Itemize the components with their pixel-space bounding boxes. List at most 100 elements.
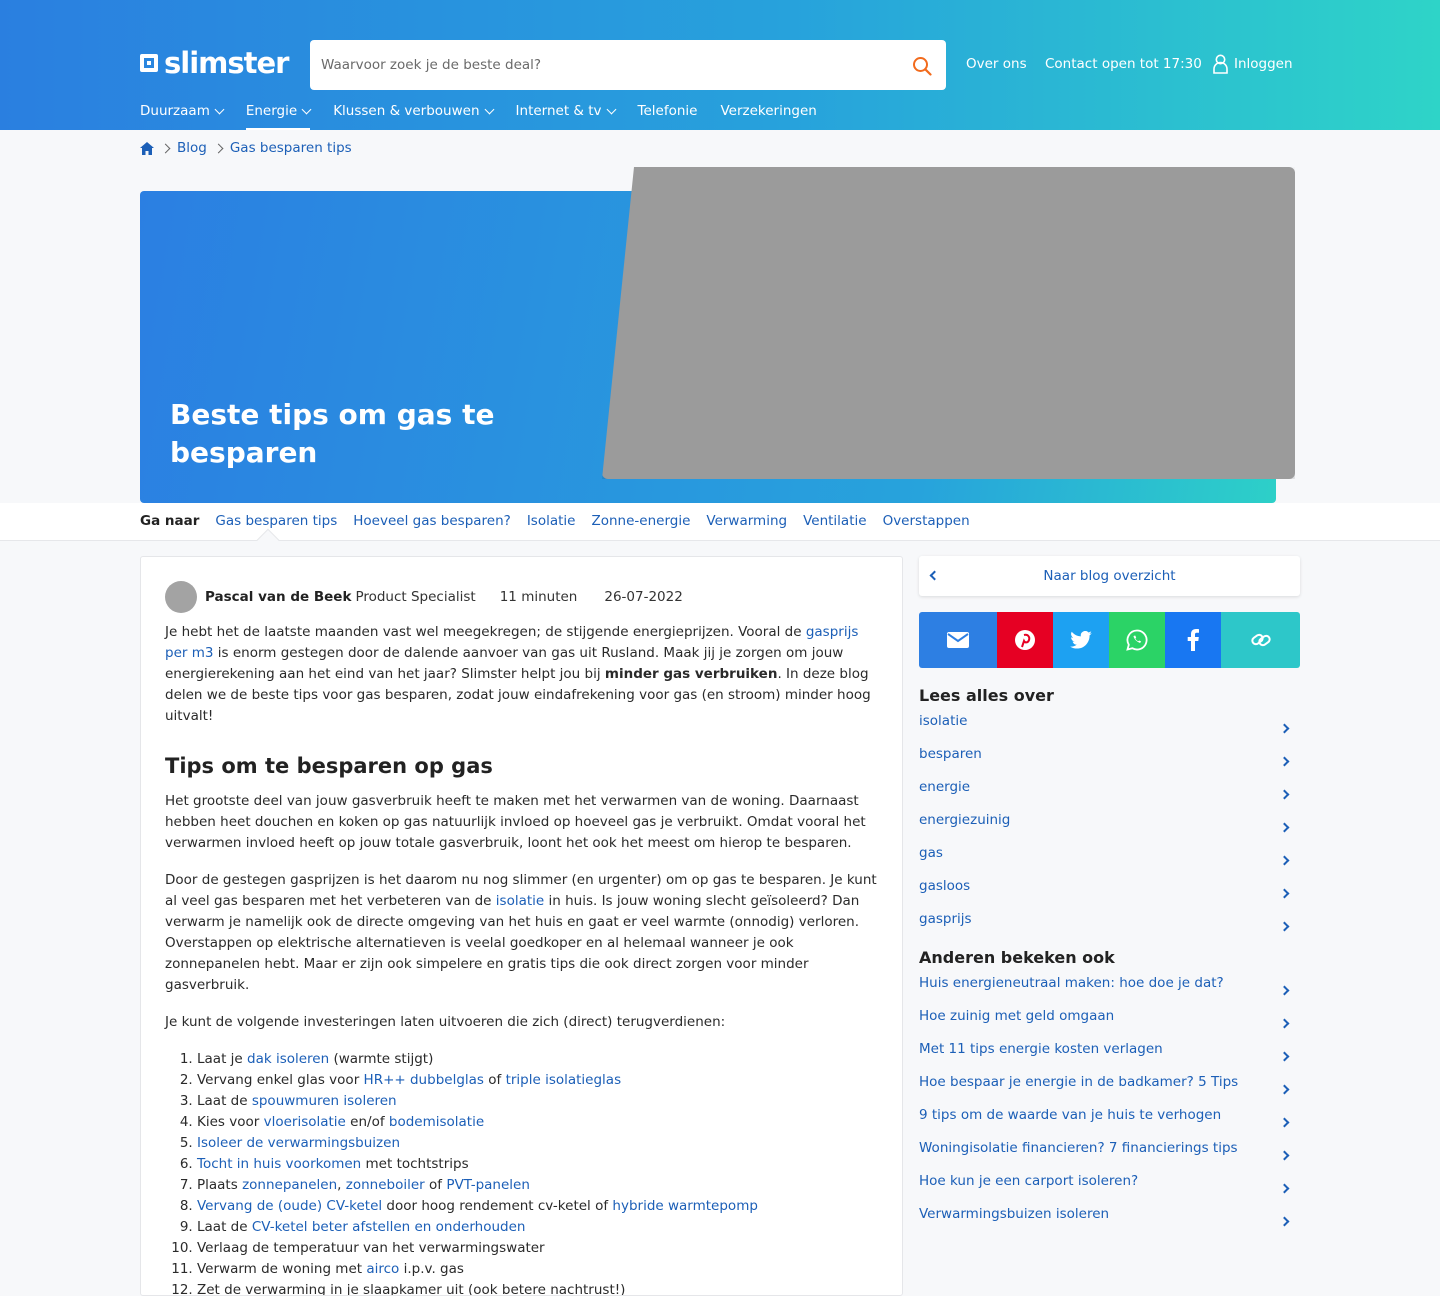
tip-link[interactable]: vloerisolatie [264,1114,346,1130]
list-item: Kies voor vloerisolatie en/of bodemisola… [197,1112,880,1133]
nav-label: Verzekeringen [720,103,817,119]
goto-link-isolatie[interactable]: Isolatie [527,513,576,529]
related-link[interactable]: Hoe zuinig met geld omgaan [919,1006,1300,1039]
chevron-right-icon [1279,855,1290,866]
share-twitter-button[interactable] [1053,612,1109,668]
nav-item-klussen[interactable]: Klussen & verbouwen [333,100,494,122]
tip-link[interactable]: PVT-panelen [446,1177,530,1193]
slimster-logo[interactable]: slimster [140,46,289,80]
tag-link[interactable]: energie [919,777,1300,810]
share-pinterest-button[interactable] [997,612,1053,668]
sidebar: Naar blog overzicht Lees alles over isol… [919,556,1300,1237]
active-indicator [256,528,280,552]
tag-link[interactable]: gas [919,843,1300,876]
related-link-label[interactable]: Met 11 tips energie kosten verlagen [919,1041,1163,1057]
related-link[interactable]: Huis energieneutraal maken: hoe doe je d… [919,973,1300,1006]
tag-link-label[interactable]: gasloos [919,878,970,894]
tag-link-label[interactable]: gasprijs [919,911,972,927]
nav-item-verzekeringen[interactable]: Verzekeringen [720,100,816,122]
chevron-down-icon [214,104,225,114]
tip-link[interactable]: Isoleer de verwarmingsbuizen [197,1135,400,1151]
tag-link-label[interactable]: energiezuinig [919,812,1010,828]
share-mail-button[interactable] [919,612,997,668]
related-link[interactable]: Verwarmingsbuizen isoleren [919,1204,1300,1237]
related-link-label[interactable]: Hoe zuinig met geld omgaan [919,1008,1114,1024]
related-link-label[interactable]: Huis energieneutraal maken: hoe doe je d… [919,975,1224,991]
tip-link[interactable]: zonneboiler [346,1177,425,1193]
tip-link[interactable]: Tocht in huis voorkomen [197,1156,361,1172]
chevron-right-icon [1279,1018,1290,1029]
tip-text: door hoog rendement cv-ketel of [382,1198,613,1214]
related-link-label[interactable]: Verwarmingsbuizen isoleren [919,1206,1109,1222]
tag-link-label[interactable]: besparen [919,746,982,762]
related-link[interactable]: Met 11 tips energie kosten verlagen [919,1039,1300,1072]
tip-link[interactable]: spouwmuren isoleren [252,1093,397,1109]
tip-link[interactable]: Vervang de (oude) CV-ketel [197,1198,382,1214]
related-link[interactable]: 9 tips om de waarde van je huis te verho… [919,1105,1300,1138]
contact-link[interactable]: Contact open tot 17:30 [1045,56,1202,72]
goto-link-gas-besparen[interactable]: Gas besparen tips [215,513,337,529]
related-link[interactable]: Woningisolatie financieren? 7 financieri… [919,1138,1300,1171]
nav-item-internet[interactable]: Internet & tv [515,100,616,122]
tip-link[interactable]: bodemisolatie [389,1114,484,1130]
nav-item-telefonie[interactable]: Telefonie [638,100,698,122]
list-item: Tocht in huis voorkomen met tochtstrips [197,1154,880,1175]
related-link[interactable]: Hoe bespaar je energie in de badkamer? 5… [919,1072,1300,1105]
home-icon[interactable] [140,141,154,155]
tip-link[interactable]: CV-ketel beter afstellen en onderhouden [252,1219,526,1235]
goto-link-ventilatie[interactable]: Ventilatie [803,513,866,529]
tip-link[interactable]: hybride warmtepomp [612,1198,758,1214]
user-icon [1213,54,1228,74]
share-facebook-button[interactable] [1165,612,1221,668]
share-whatsapp-button[interactable] [1109,612,1165,668]
breadcrumb-current[interactable]: Gas besparen tips [230,140,352,156]
chevron-right-icon [213,143,224,153]
back-to-blog-button[interactable]: Naar blog overzicht [919,556,1300,596]
share-copy-link-button[interactable] [1221,612,1300,668]
tag-link[interactable]: energiezuinig [919,810,1300,843]
nav-label: Internet & tv [515,103,602,119]
list-item: Vervang enkel glas voor HR++ dubbelglas … [197,1070,880,1091]
related-link-label[interactable]: 9 tips om de waarde van je huis te verho… [919,1107,1221,1123]
search-input[interactable] [310,40,890,90]
tag-link[interactable]: isolatie [919,711,1300,744]
chevron-right-icon [1279,921,1290,932]
back-label: Naar blog overzicht [1043,568,1176,584]
nav-item-energie[interactable]: Energie [245,100,312,130]
goto-link-verwarming[interactable]: Verwarming [706,513,787,529]
chevron-right-icon [1279,756,1290,767]
tag-link[interactable]: besparen [919,744,1300,777]
related-link-label[interactable]: Woningisolatie financieren? 7 financieri… [919,1140,1238,1156]
mail-icon [947,632,969,648]
about-link[interactable]: Over ons [966,56,1027,72]
breadcrumb-blog[interactable]: Blog [177,140,207,156]
tip-link[interactable]: HR++ dubbelglas [364,1072,484,1088]
search-icon[interactable] [912,56,932,76]
related-link[interactable]: Hoe kun je een carport isoleren? [919,1171,1300,1204]
related-link-label[interactable]: Hoe bespaar je energie in de badkamer? 5… [919,1074,1238,1090]
tag-link-label[interactable]: isolatie [919,713,967,729]
tip-link[interactable]: zonnepanelen [242,1177,337,1193]
goto-link-overstappen[interactable]: Overstappen [883,513,970,529]
chevron-down-icon [606,104,616,114]
search-box [310,40,946,90]
tip-link[interactable]: dak isoleren [247,1051,329,1067]
login-link[interactable]: Inloggen [1213,54,1293,74]
tag-link-label[interactable]: gas [919,845,943,861]
nav-item-duurzaam[interactable]: Duurzaam [140,100,225,122]
related-link-label[interactable]: Hoe kun je een carport isoleren? [919,1173,1138,1189]
related-list: Huis energieneutraal maken: hoe doe je d… [919,973,1300,1237]
paragraph: Je kunt de volgende investeringen laten … [165,1014,726,1030]
goto-link-zonne-energie[interactable]: Zonne-energie [591,513,690,529]
goto-link-hoeveel[interactable]: Hoeveel gas besparen? [353,513,511,529]
tag-link[interactable]: gasloos [919,876,1300,909]
tag-link-label[interactable]: energie [919,779,970,795]
tip-link[interactable]: triple isolatieglas [506,1072,622,1088]
chevron-right-icon [1279,1084,1290,1095]
author-info: Pascal van de Beek Product Specialist 11… [165,581,683,613]
tag-link[interactable]: gasprijs [919,909,1300,942]
tip-link[interactable]: airco [366,1261,399,1277]
tip-text: i.p.v. gas [399,1261,464,1277]
isolatie-link[interactable]: isolatie [496,893,544,909]
link-icon [1250,633,1271,647]
